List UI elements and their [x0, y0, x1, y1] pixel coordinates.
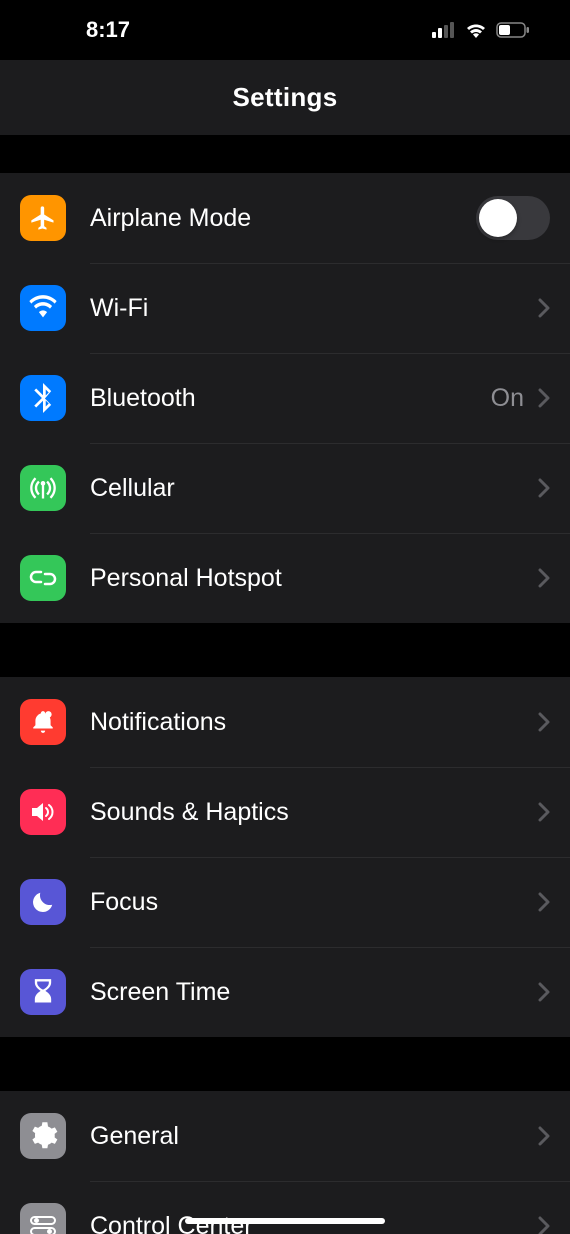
page-title: Settings: [233, 82, 338, 113]
row-label: General: [90, 1122, 538, 1151]
chevron-right-icon: [538, 298, 550, 318]
row-label: Personal Hotspot: [90, 564, 538, 593]
battery-icon: [496, 22, 530, 38]
row-screen-time[interactable]: Screen Time: [0, 947, 570, 1037]
airplane-icon: [20, 195, 66, 241]
antenna-icon: [20, 465, 66, 511]
home-indicator[interactable]: [185, 1218, 385, 1224]
row-general[interactable]: General: [0, 1091, 570, 1181]
moon-icon: [20, 879, 66, 925]
section-gap: [0, 1037, 570, 1091]
row-control-center[interactable]: Control Center: [0, 1181, 570, 1234]
wifi-status-icon: [464, 21, 488, 39]
speaker-icon: [20, 789, 66, 835]
row-focus[interactable]: Focus: [0, 857, 570, 947]
chevron-right-icon: [538, 712, 550, 732]
status-time: 8:17: [40, 17, 130, 43]
chevron-right-icon: [538, 478, 550, 498]
row-label: Sounds & Haptics: [90, 798, 538, 827]
chevron-right-icon: [538, 1126, 550, 1146]
row-airplane-mode[interactable]: Airplane Mode: [0, 173, 570, 263]
chevron-right-icon: [538, 388, 550, 408]
settings-group-system: General Control Center: [0, 1091, 570, 1234]
row-wifi[interactable]: Wi-Fi: [0, 263, 570, 353]
row-label: Notifications: [90, 708, 538, 737]
status-icons: [432, 21, 530, 39]
chevron-right-icon: [538, 568, 550, 588]
chevron-right-icon: [538, 982, 550, 1002]
chevron-right-icon: [538, 892, 550, 912]
row-personal-hotspot[interactable]: Personal Hotspot: [0, 533, 570, 623]
header: Settings: [0, 60, 570, 135]
row-label: Screen Time: [90, 978, 538, 1007]
section-gap: [0, 623, 570, 677]
bluetooth-icon: [20, 375, 66, 421]
row-label: Airplane Mode: [90, 204, 476, 233]
row-label: Bluetooth: [90, 384, 491, 413]
row-label: Focus: [90, 888, 538, 917]
link-icon: [20, 555, 66, 601]
chevron-right-icon: [538, 1216, 550, 1234]
cellular-signal-icon: [432, 22, 456, 38]
row-notifications[interactable]: Notifications: [0, 677, 570, 767]
sliders-icon: [20, 1203, 66, 1234]
bell-icon: [20, 699, 66, 745]
row-cellular[interactable]: Cellular: [0, 443, 570, 533]
status-bar: 8:17: [0, 0, 570, 60]
row-bluetooth[interactable]: Bluetooth On: [0, 353, 570, 443]
row-label: Wi-Fi: [90, 294, 538, 323]
gear-icon: [20, 1113, 66, 1159]
wifi-icon: [20, 285, 66, 331]
settings-group-alerts: Notifications Sounds & Haptics Focus Scr…: [0, 677, 570, 1037]
section-gap: [0, 135, 570, 173]
toggle-knob: [479, 199, 517, 237]
hourglass-icon: [20, 969, 66, 1015]
settings-group-connectivity: Airplane Mode Wi-Fi Bluetooth On Cellula…: [0, 173, 570, 623]
row-value: On: [491, 384, 524, 413]
chevron-right-icon: [538, 802, 550, 822]
row-label: Cellular: [90, 474, 538, 503]
row-sounds-haptics[interactable]: Sounds & Haptics: [0, 767, 570, 857]
airplane-toggle[interactable]: [476, 196, 550, 240]
